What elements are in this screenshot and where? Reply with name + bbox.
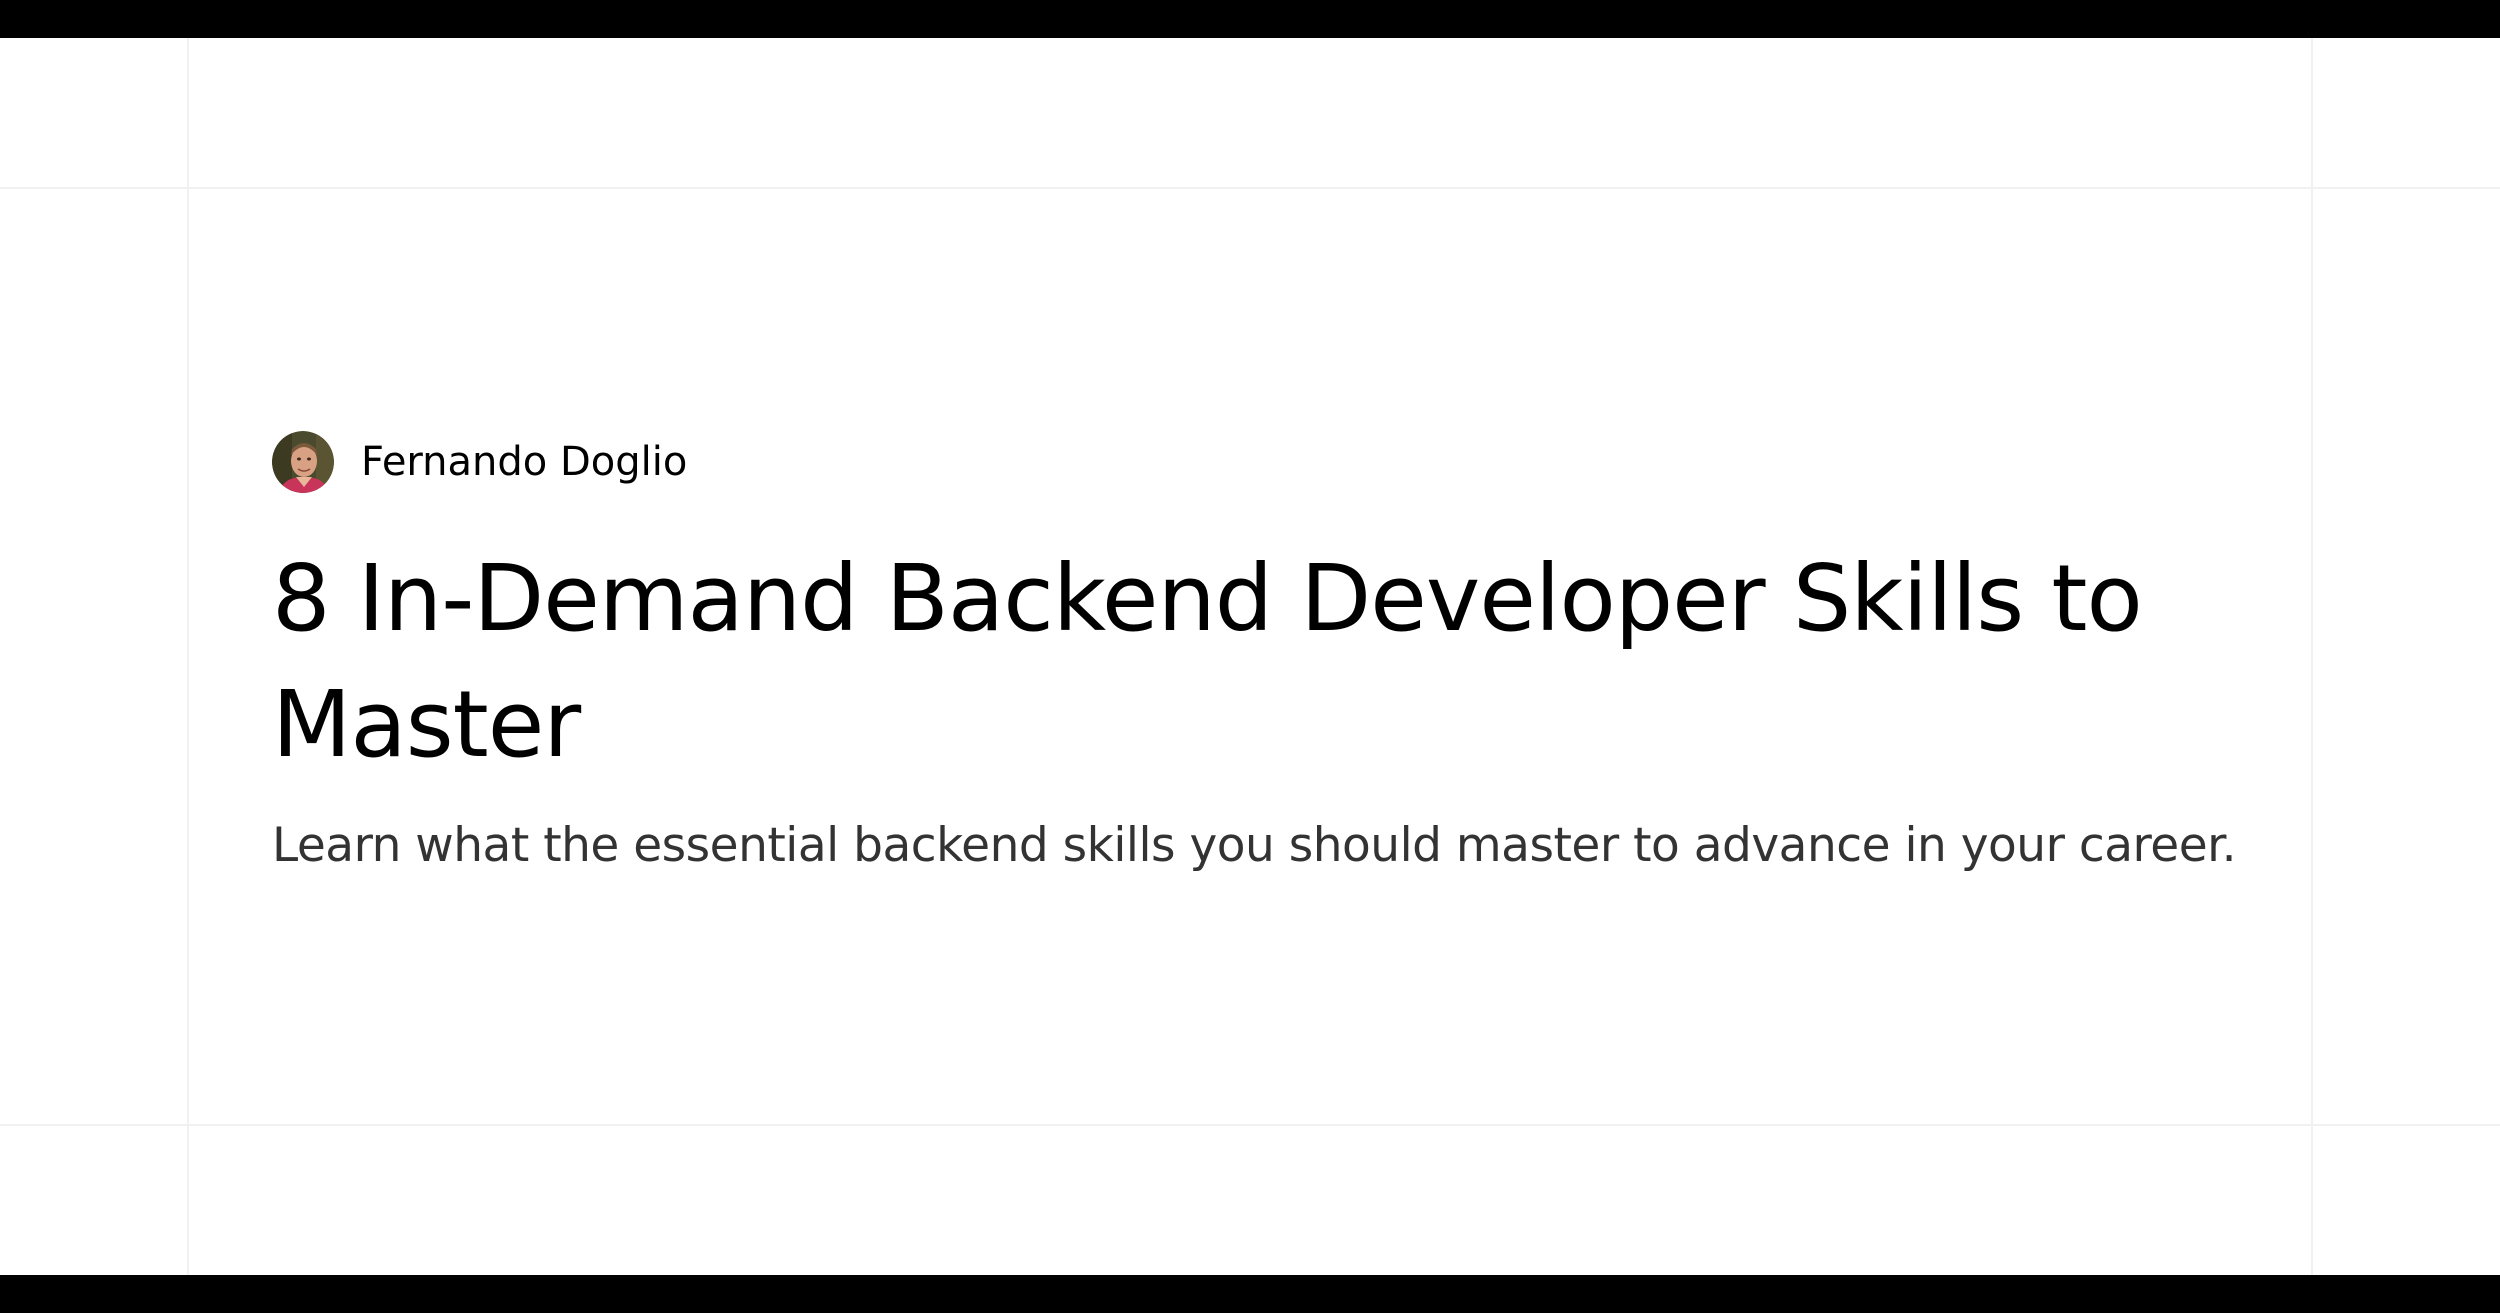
- article-subtitle: Learn what the essential backend skills …: [272, 818, 2237, 873]
- grid-line-right: [2311, 38, 2313, 1275]
- top-frame-bar: [0, 0, 2500, 38]
- article-title: 8 In-Demand Backend Developer Skills to …: [272, 545, 2143, 778]
- article-header: Fernando Doglio 8 In-Demand Backend Deve…: [272, 430, 2272, 878]
- grid-line-top: [0, 187, 2500, 189]
- grid-line-bottom: [0, 1124, 2500, 1126]
- author-avatar[interactable]: [272, 431, 334, 493]
- bottom-frame-bar: [0, 1275, 2500, 1313]
- author-byline[interactable]: Fernando Doglio: [272, 430, 2272, 494]
- author-name[interactable]: Fernando Doglio: [361, 430, 687, 494]
- grid-line-left: [187, 38, 189, 1275]
